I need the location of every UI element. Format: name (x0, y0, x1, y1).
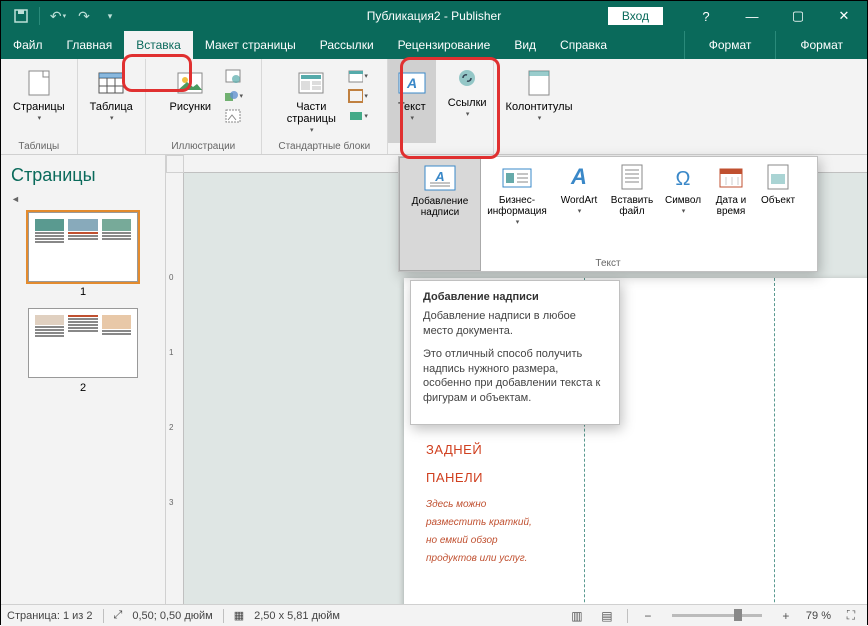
link-icon (451, 63, 483, 95)
shapes-button[interactable]: ▾ (223, 87, 243, 105)
tooltip-p2: Это отличный способ получить надпись нуж… (423, 347, 607, 406)
svg-text:Ω: Ω (676, 168, 691, 189)
redo-button[interactable]: ↷ (72, 4, 96, 28)
insert-file-button[interactable]: Вставить файл (605, 157, 659, 271)
tooltip-p1: Добавление надписи в любое место докумен… (423, 309, 607, 339)
page-parts-button[interactable]: Части страницы▾ (281, 63, 342, 139)
status-coords: 0,50; 0,50 дюйм (132, 610, 212, 622)
add-caption-tooltip: Добавление надписи Добавление надписи в … (410, 280, 620, 425)
menu-format-1[interactable]: Формат (684, 31, 776, 59)
picture-placeholder-button[interactable] (223, 107, 243, 125)
thumb-label-1: 1 (11, 286, 155, 298)
menu-review[interactable]: Рецензирование (386, 31, 503, 59)
datetime-button[interactable]: Дата и время (707, 157, 755, 271)
pages-sidebar: Страницы ◄ 1 2 (1, 155, 166, 604)
page-icon (23, 67, 55, 99)
undo-button[interactable]: ↶▾ (46, 4, 70, 28)
quick-access-toolbar: ↶▾ ↷ ▾ (1, 4, 122, 28)
svg-text:A: A (406, 75, 417, 91)
menu-insert[interactable]: Вставка (124, 31, 193, 59)
picture-icon (174, 67, 206, 99)
ads-button[interactable]: ▾ (348, 107, 368, 125)
thumb-label-2: 2 (11, 382, 155, 394)
object-icon (760, 163, 796, 191)
menu-layout[interactable]: Макет страницы (193, 31, 308, 59)
view-two-button[interactable]: ▤ (597, 607, 617, 625)
borders-button[interactable]: ▾ (348, 87, 368, 105)
menu-view[interactable]: Вид (502, 31, 548, 59)
object-button[interactable]: Объект (755, 157, 801, 271)
zoom-value: 79 % (806, 610, 831, 622)
text-button[interactable]: A Текст▾ (388, 59, 436, 143)
online-pictures-button[interactable] (223, 67, 243, 85)
menu-file[interactable]: Файл (1, 31, 55, 59)
business-icon (499, 163, 535, 191)
doc-heading-2: ПАНЕЛИ (426, 470, 483, 485)
wordart-icon: A (561, 163, 597, 191)
menubar: Файл Главная Вставка Макет страницы Расс… (1, 31, 867, 59)
text-group-label: Текст (595, 258, 620, 269)
header-footer-button[interactable]: Колонтитулы▾ (500, 63, 579, 127)
menu-help[interactable]: Справка (548, 31, 619, 59)
symbol-icon: Ω (665, 163, 701, 191)
help-button[interactable]: ? (683, 1, 729, 31)
window-title: Публикация2 - Publisher (367, 9, 501, 23)
add-caption-button[interactable]: A Добавление надписи (399, 157, 481, 271)
maximize-button[interactable]: ▢ (775, 1, 821, 31)
file-icon (614, 163, 650, 191)
menu-home[interactable]: Главная (55, 31, 125, 59)
doc-heading-1: ЗАДНЕЙ (426, 442, 482, 457)
org-title: Название организации (784, 338, 867, 352)
status-size: 2,50 x 5,81 дюйм (254, 610, 340, 622)
ruler-corner (166, 155, 184, 173)
tooltip-title: Добавление надписи (423, 291, 607, 303)
wordart-button[interactable]: A WordArt▾ (553, 157, 605, 271)
minimize-button[interactable]: — (729, 1, 775, 31)
svg-text:A: A (570, 164, 587, 189)
svg-text:A: A (434, 169, 444, 184)
pointer-icon: ⤢ (114, 609, 123, 622)
table-icon (95, 67, 127, 99)
save-button[interactable] (9, 4, 33, 28)
titlebar: ↶▾ ↷ ▾ Публикация2 - Publisher Вход ? — … (1, 1, 867, 31)
business-info-button[interactable]: Бизнес- информация▾ (481, 157, 553, 271)
size-icon: ▦ (234, 609, 244, 622)
textbox-icon: A (422, 164, 458, 192)
sidebar-title: Страницы (11, 165, 96, 186)
text-dropdown-menu: A Добавление надписи Бизнес- информация▾… (398, 156, 818, 272)
calendar-icon (713, 163, 749, 191)
zoom-slider[interactable] (672, 614, 762, 617)
statusbar: Страница: 1 из 2 ⤢ 0,50; 0,50 дюйм ▦ 2,5… (1, 604, 867, 626)
zoom-in-button[interactable]: + (776, 607, 796, 625)
close-button[interactable]: ✕ (821, 1, 867, 31)
qat-customize[interactable]: ▾ (98, 4, 122, 28)
login-button[interactable]: Вход (608, 7, 663, 25)
symbol-button[interactable]: Ω Символ▾ (659, 157, 707, 271)
calendars-button[interactable]: ▾ (348, 67, 368, 85)
table-button[interactable]: Таблица▾ (84, 63, 139, 127)
pages-button[interactable]: Страницы▾ (7, 63, 71, 127)
zoom-full-button[interactable]: ⛶ (841, 607, 861, 625)
menu-mailings[interactable]: Рассылки (308, 31, 386, 59)
zoom-out-button[interactable]: − (638, 607, 658, 625)
page-thumb-2[interactable] (28, 308, 138, 378)
text-icon: A (396, 67, 428, 99)
pictures-button[interactable]: Рисунки (164, 63, 218, 117)
menu-format-2[interactable]: Формат (775, 31, 867, 59)
page-thumb-1[interactable] (28, 212, 138, 282)
parts-icon (295, 67, 327, 99)
sidebar-collapse[interactable]: ◄ (11, 194, 155, 204)
ribbon: Страницы▾ Таблицы Таблица▾ Таблицы Рисун… (1, 59, 867, 155)
view-single-button[interactable]: ▥ (567, 607, 587, 625)
status-page: Страница: 1 из 2 (7, 610, 93, 622)
vertical-ruler[interactable]: 0 1 2 3 (166, 173, 184, 604)
links-button[interactable]: Ссылки▾ (442, 59, 493, 143)
header-icon (523, 67, 555, 99)
